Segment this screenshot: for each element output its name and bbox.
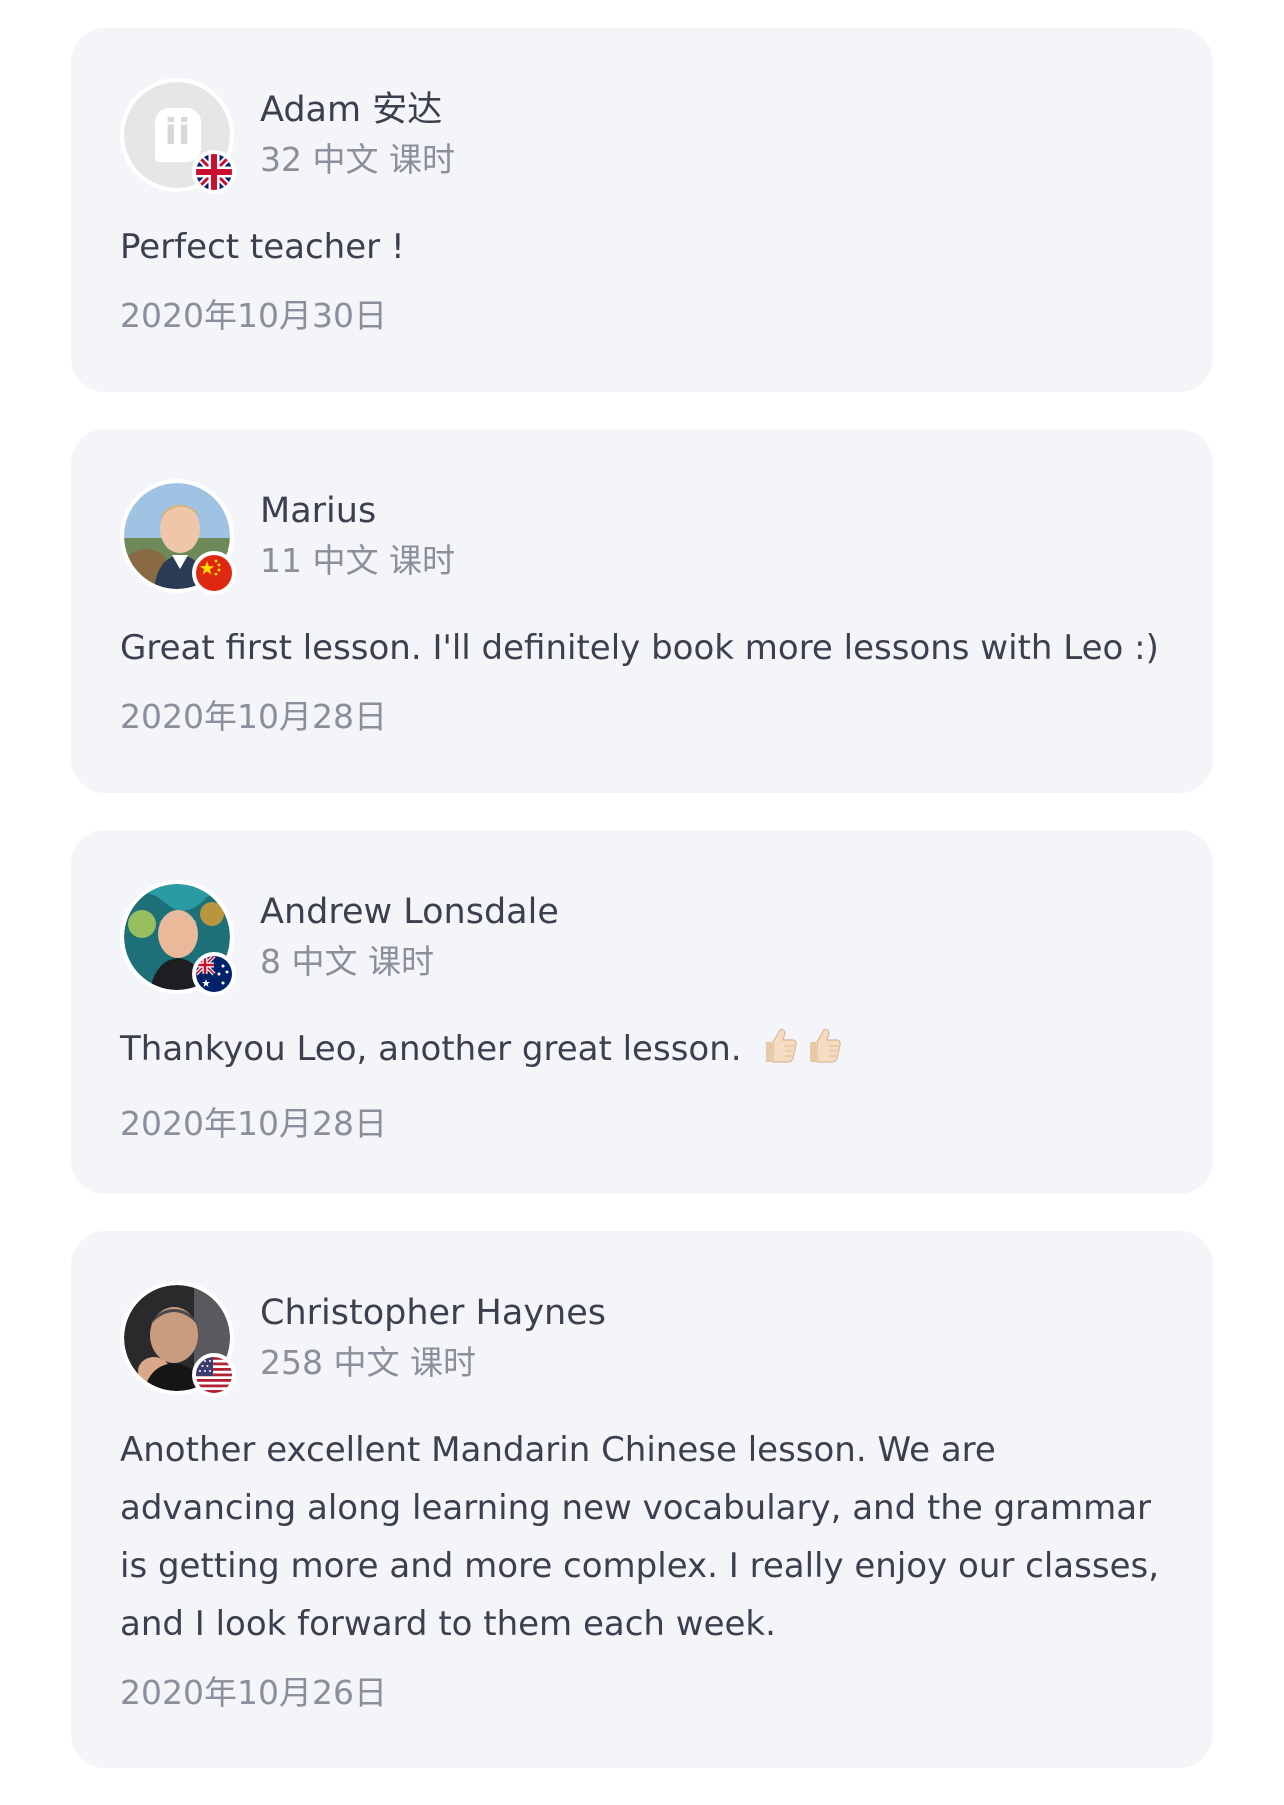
author-meta: Andrew Lonsdale 8 中文 课时 [260, 889, 559, 985]
usa-flag-icon [192, 1353, 236, 1397]
review-card: Marius 11 中文 课时 Great first lesson. I'll… [71, 429, 1213, 793]
review-text: Great first lesson. I'll definitely book… [120, 628, 1159, 668]
review-text: Thankyou Leo, another great lesson. [120, 1020, 1165, 1084]
review-author-row: ii Adam 安达 32 中文 课时 [120, 78, 1165, 194]
review-card: Christopher Haynes 258 中文 课时 Another exc… [71, 1231, 1213, 1768]
review-author-row: Christopher Haynes 258 中文 课时 [120, 1281, 1165, 1397]
review-date: 2020年10月26日 [120, 1673, 387, 1712]
author-name[interactable]: Christopher Haynes [260, 1290, 606, 1336]
thumbs-up-icon [809, 1028, 841, 1063]
avatar-logo-text: ii [164, 112, 192, 153]
avatar[interactable] [120, 880, 236, 996]
avatar[interactable] [120, 1281, 236, 1397]
author-meta: Adam 安达 32 中文 课时 [260, 87, 455, 183]
lesson-count: 11 中文 课时 [260, 541, 455, 580]
author-name[interactable]: Marius [260, 488, 455, 534]
lesson-count: 32 中文 课时 [260, 140, 455, 179]
lesson-count: 258 中文 课时 [260, 1343, 476, 1382]
review-text: Perfect teacher ! [120, 227, 405, 267]
thumbs-up-icon [765, 1028, 797, 1063]
author-name[interactable]: Andrew Lonsdale [260, 889, 559, 935]
uk-flag-icon [192, 150, 236, 194]
avatar[interactable] [120, 479, 236, 595]
review-date: 2020年10月30日 [120, 296, 387, 335]
lesson-count: 8 中文 课时 [260, 942, 434, 981]
review-date: 2020年10月28日 [120, 697, 387, 736]
review-text: Another excellent Mandarin Chinese lesso… [120, 1430, 1160, 1644]
review-card: ii Adam 安达 32 中文 课时 Perfect teacher ! 20… [71, 28, 1213, 392]
thumbs-up-emoji [758, 1024, 846, 1084]
china-flag-icon [192, 551, 236, 595]
review-author-row: Marius 11 中文 课时 [120, 479, 1165, 595]
review-author-row: Andrew Lonsdale 8 中文 课时 [120, 880, 1165, 996]
review-date: 2020年10月28日 [120, 1104, 387, 1143]
author-meta: Christopher Haynes 258 中文 课时 [260, 1290, 606, 1386]
review-list: ii Adam 安达 32 中文 课时 Perfect teacher ! 20… [71, 28, 1213, 1805]
review-text-content: Thankyou Leo, another great lesson. [120, 1029, 742, 1069]
author-meta: Marius 11 中文 课时 [260, 488, 455, 584]
australia-flag-icon [192, 952, 236, 996]
avatar[interactable]: ii [120, 78, 236, 194]
review-card: Andrew Lonsdale 8 中文 课时 Thankyou Leo, an… [71, 830, 1213, 1194]
author-name[interactable]: Adam 安达 [260, 87, 455, 133]
